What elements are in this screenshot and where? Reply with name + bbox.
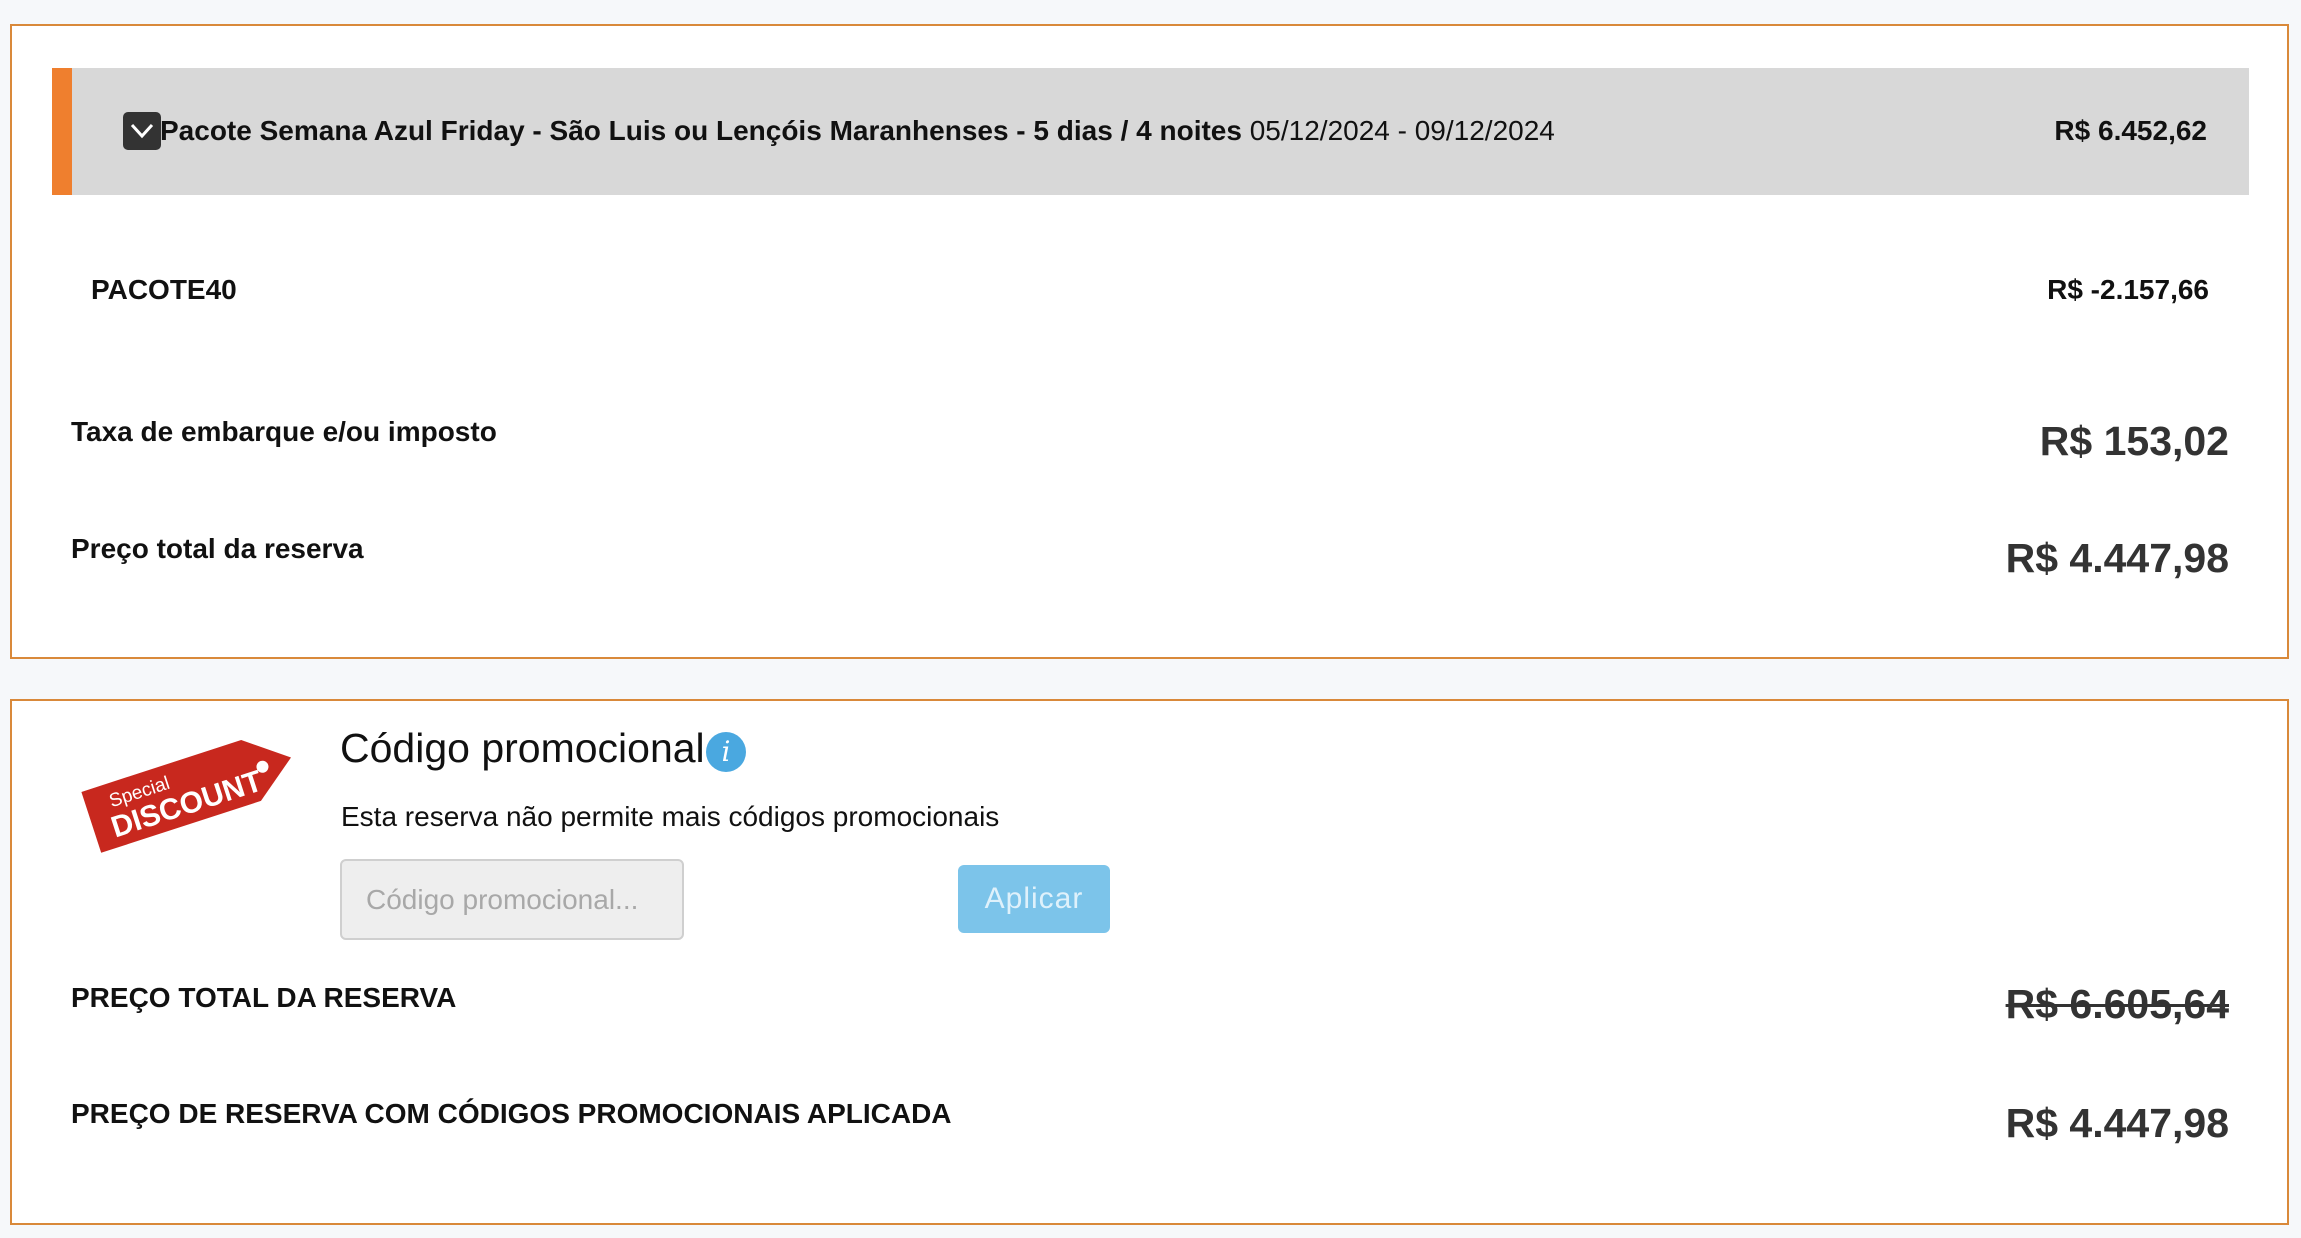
promo-code-line-label: PACOTE40	[91, 274, 237, 305]
promo-note: Esta reserva não permite mais códigos pr…	[341, 801, 1000, 832]
booking-summary-card: Pacote Semana Azul Friday - São Luis ou …	[10, 24, 2289, 659]
booking-total-value: R$ 4.447,98	[2005, 535, 2229, 581]
package-name: Pacote Semana Azul Friday - São Luis ou …	[160, 115, 1242, 146]
info-icon[interactable]: i	[706, 732, 746, 772]
promo-title: Código promocional	[340, 725, 705, 771]
package-price: R$ 6.452,62	[2054, 115, 2207, 146]
booking-total-label: Preço total da reserva	[71, 533, 364, 564]
tax-value: R$ 153,02	[2039, 418, 2229, 464]
promo-code-card: Special DISCOUNT Código promocional i Es…	[10, 699, 2289, 1225]
apply-button[interactable]: Aplicar	[958, 865, 1110, 933]
package-header[interactable]: Pacote Semana Azul Friday - São Luis ou …	[52, 68, 2249, 195]
promo-code-input[interactable]	[340, 859, 684, 940]
tax-label: Taxa de embarque e/ou imposto	[71, 416, 497, 447]
chevron-down-icon[interactable]	[123, 112, 161, 150]
final-total-value: R$ 4.447,98	[2005, 1100, 2229, 1146]
grand-total-label: PREÇO TOTAL DA RESERVA	[71, 982, 457, 1013]
package-dates: 05/12/2024 - 09/12/2024	[1249, 115, 1555, 146]
grand-total-original-value: R$ 6.605,64	[2005, 981, 2229, 1027]
special-discount-tag-icon: Special DISCOUNT	[81, 740, 292, 853]
final-total-label: PREÇO DE RESERVA COM CÓDIGOS PROMOCIONAI…	[71, 1098, 952, 1129]
promo-code-line-value: R$ -2.157,66	[2047, 274, 2209, 305]
package-title: Pacote Semana Azul Friday - São Luis ou …	[160, 112, 1555, 150]
